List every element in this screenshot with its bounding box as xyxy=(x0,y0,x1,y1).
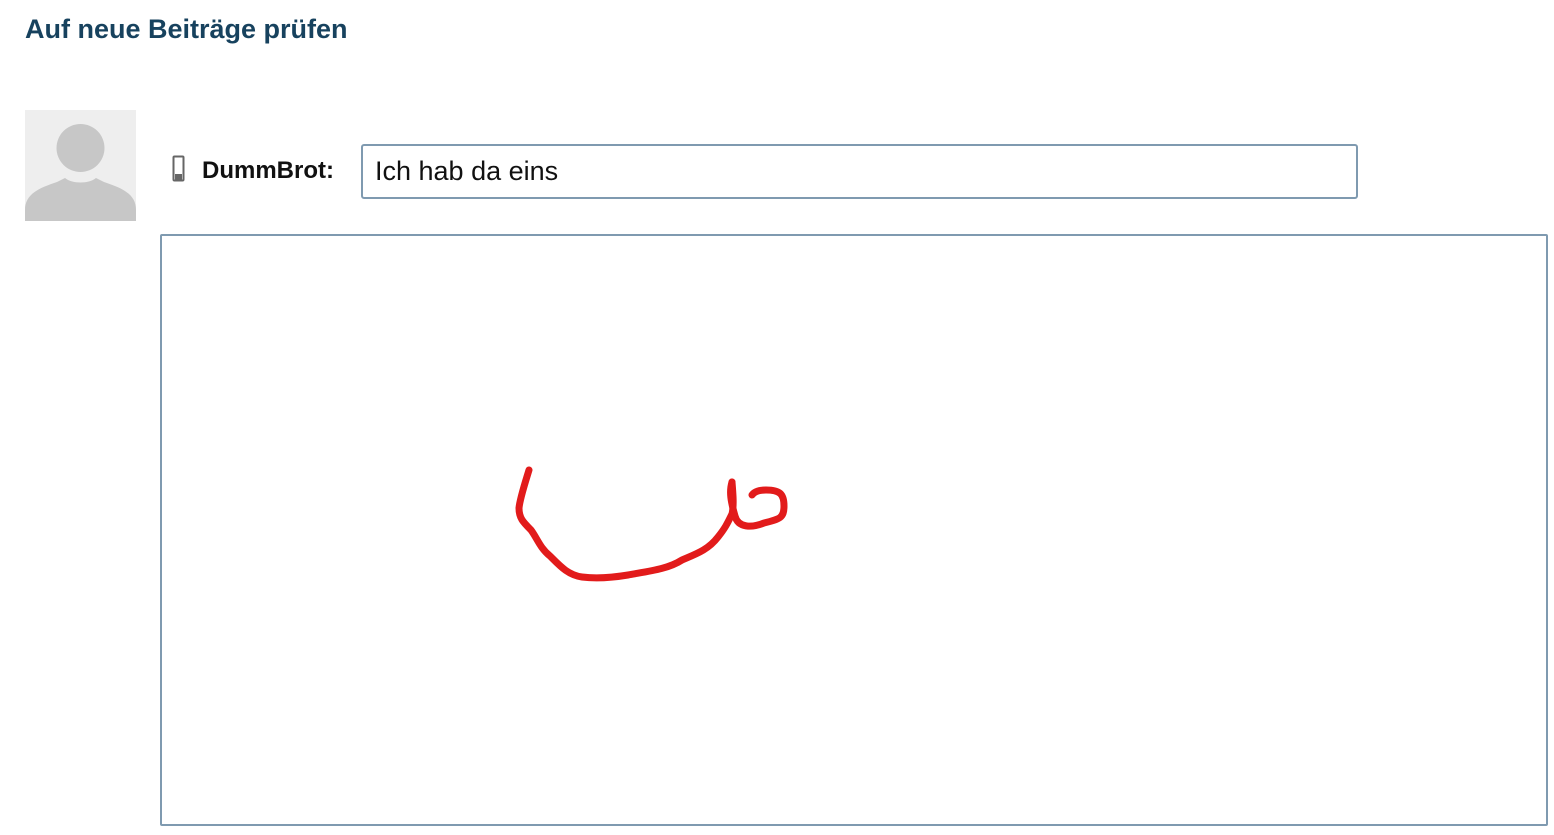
post-title-input[interactable] xyxy=(361,144,1358,199)
post-username: DummBrot: xyxy=(202,157,334,184)
drawn-stroke-loop xyxy=(727,478,788,530)
drawn-stroke xyxy=(515,466,737,582)
avatar xyxy=(25,110,136,221)
page: Auf neue Beiträge prüfen DummBrot: xyxy=(0,0,1554,835)
drawing-canvas[interactable] xyxy=(160,234,1548,826)
mobile-phone-icon xyxy=(172,155,186,183)
user-silhouette-icon xyxy=(25,124,136,221)
check-new-posts-link[interactable]: Auf neue Beiträge prüfen xyxy=(25,14,348,45)
drawing-strokes xyxy=(515,466,788,582)
